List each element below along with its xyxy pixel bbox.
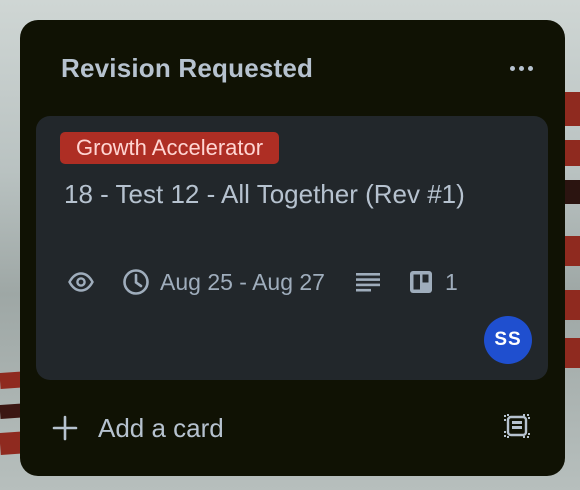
description-lines-icon	[355, 272, 381, 292]
card-badges: Aug 25 - Aug 27 1	[68, 266, 458, 298]
clock-icon	[122, 268, 160, 296]
card[interactable]: Growth Accelerator 18 - Test 12 - All To…	[36, 116, 548, 380]
more-horizontal-icon	[509, 65, 533, 71]
watch-badge	[68, 272, 94, 292]
eye-icon	[68, 272, 94, 292]
list-header[interactable]: Revision Requested	[20, 20, 565, 116]
card-title: 18 - Test 12 - All Together (Rev #1)	[64, 179, 465, 209]
card-template-icon	[503, 412, 531, 445]
list-title[interactable]: Revision Requested	[61, 53, 313, 84]
member-avatar[interactable]: SS	[484, 316, 532, 364]
description-badge	[355, 272, 381, 292]
add-card-button[interactable]: Add a card	[52, 408, 224, 448]
card-label[interactable]: Growth Accelerator	[60, 132, 280, 164]
checklist-count: 1	[444, 268, 458, 295]
due-date-badge[interactable]: Aug 25 - Aug 27	[122, 268, 325, 296]
list-actions-button[interactable]	[505, 56, 537, 80]
add-card-label: Add a card	[98, 412, 224, 443]
board-list: Revision Requested Growth Accelerator 18…	[20, 20, 565, 476]
checklist-badge: 1	[409, 269, 458, 296]
plus-icon	[52, 415, 78, 441]
checklist-board-icon	[409, 270, 445, 294]
create-from-template-button[interactable]	[501, 412, 533, 444]
due-date-text: Aug 25 - Aug 27	[160, 268, 325, 295]
